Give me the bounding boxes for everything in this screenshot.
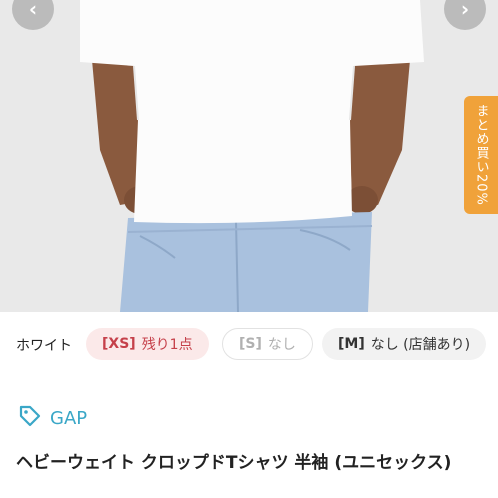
size-chip-xs[interactable]: [XS] 残り1点 [86, 328, 209, 360]
chevron-left-icon: ‹ [28, 0, 38, 21]
product-title: ヘビーウェイト クロップドTシャツ 半袖 (ユニセックス) [16, 453, 452, 473]
stock-status: なし [267, 337, 296, 353]
stock-status: 残り1点 [141, 337, 193, 353]
tag-icon [18, 404, 42, 432]
size-label: [M] [338, 336, 365, 352]
size-label: [XS] [102, 336, 136, 352]
size-chip-m[interactable]: [M] なし (店舗あり) [322, 328, 487, 360]
brand-link[interactable]: GAP [18, 404, 87, 432]
chevron-right-icon: › [460, 0, 470, 21]
size-label: [S] [239, 336, 262, 352]
color-label: ホワイト [16, 338, 72, 354]
brand-name: GAP [50, 407, 88, 429]
bulk-discount-tab[interactable]: まとめ買い20% [464, 96, 498, 214]
variant-row: ホワイト [XS] 残り1点 [S] なし [M] なし (店舗あり) [0, 326, 498, 362]
product-photo [0, 0, 498, 312]
size-chip-s[interactable]: [S] なし [222, 328, 313, 360]
product-image[interactable]: ‹ › まとめ買い20% [0, 0, 498, 312]
stock-status: なし (店舗あり) [370, 337, 471, 353]
bulk-discount-label: まとめ買い20% [473, 104, 489, 206]
